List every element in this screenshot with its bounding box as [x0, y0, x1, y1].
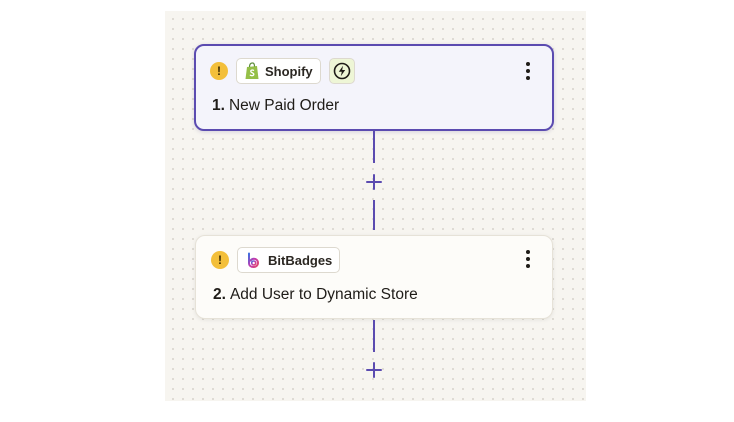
warning-icon[interactable]: !: [210, 62, 228, 80]
connector-line: [373, 320, 375, 352]
warning-icon[interactable]: !: [211, 251, 229, 269]
trigger-chip[interactable]: [328, 58, 355, 84]
step-name: New Paid Order: [228, 97, 340, 114]
step-number: 1.: [212, 97, 225, 114]
lightning-bolt-icon: [333, 62, 350, 80]
step-card-action[interactable]: ! BitBadges 2. Add User to Dynamic Store: [195, 235, 553, 319]
connector-line: [373, 131, 375, 163]
add-step-button[interactable]: [364, 172, 384, 192]
step-header: ! BitBadges: [211, 247, 341, 273]
step-menu-button[interactable]: [521, 60, 535, 82]
app-chip-shopify[interactable]: Shopify: [236, 58, 321, 84]
add-step-button[interactable]: [364, 360, 384, 380]
bitbadges-logo-icon: [248, 252, 260, 269]
shopify-bag-icon: [245, 62, 259, 79]
step-title: 1. New Paid Order: [212, 97, 339, 115]
step-name: Add User to Dynamic Store: [229, 286, 418, 303]
app-name: Shopify: [265, 63, 313, 79]
step-card-trigger[interactable]: ! Shopify 1. New Paid Order: [194, 44, 554, 131]
step-header: ! Shopify: [210, 58, 355, 84]
step-number: 2.: [213, 286, 226, 303]
app-name: BitBadges: [268, 252, 333, 268]
app-chip-bitbadges[interactable]: BitBadges: [237, 247, 341, 273]
connector-line: [373, 200, 375, 230]
step-title: 2. Add User to Dynamic Store: [213, 286, 418, 304]
step-menu-button[interactable]: [521, 248, 535, 270]
